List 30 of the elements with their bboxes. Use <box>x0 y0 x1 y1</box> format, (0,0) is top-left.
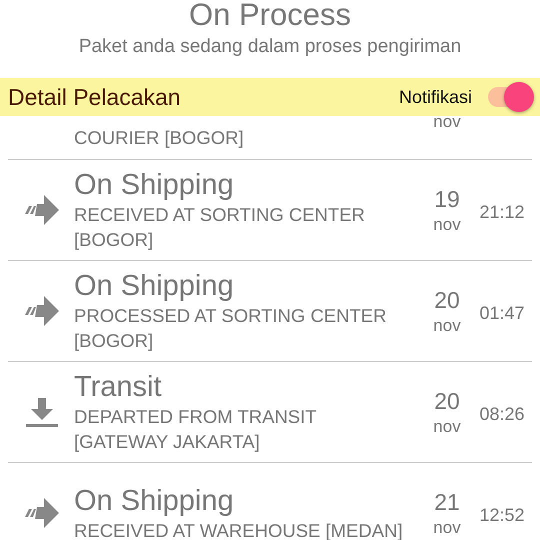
event-status: On Shipping <box>74 269 235 303</box>
event-description: COURIER [BOGOR] <box>74 126 245 150</box>
event-description: RECEIVED AT SORTING CENTER [BOGOR] <box>74 203 366 252</box>
event-status: On Shipping <box>74 168 235 202</box>
event-time: 21:12 <box>479 202 525 222</box>
forward-arrow-icon <box>25 296 59 326</box>
event-description: RECEIVED AT WAREHOUSE [MEDAN] <box>74 518 404 540</box>
event-status: On Shipping <box>74 484 235 518</box>
event-month: nov <box>433 116 461 132</box>
event-day: 20 <box>434 285 460 315</box>
event-month: nov <box>433 517 461 539</box>
event-day: 20 <box>434 386 460 416</box>
event-description: PROCESSED AT SORTING CENTER [BOGOR] <box>74 304 388 353</box>
event-day: 19 <box>434 184 460 214</box>
toggle-label: Notifikasi <box>398 86 472 108</box>
event-month: nov <box>433 416 461 438</box>
event-description: DEPARTED FROM TRANSIT [GATEWAY JAKARTA] <box>74 405 318 454</box>
event-month: nov <box>433 315 461 337</box>
event-day: 21 <box>434 487 460 517</box>
event-time: 12:52 <box>479 504 525 524</box>
page-subtitle: Paket anda sedang dalam proses pengiriman <box>78 35 462 59</box>
event-month: nov <box>433 214 461 236</box>
page-title: On Process <box>189 0 351 34</box>
section-title: Detail Pelacakan <box>8 84 182 110</box>
forward-arrow-icon <box>25 195 59 225</box>
forward-arrow-icon <box>25 498 59 528</box>
event-status: Transit <box>74 370 163 404</box>
event-time: 01:47 <box>479 302 525 322</box>
download-icon <box>26 398 58 426</box>
event-time: 08:26 <box>479 404 525 424</box>
